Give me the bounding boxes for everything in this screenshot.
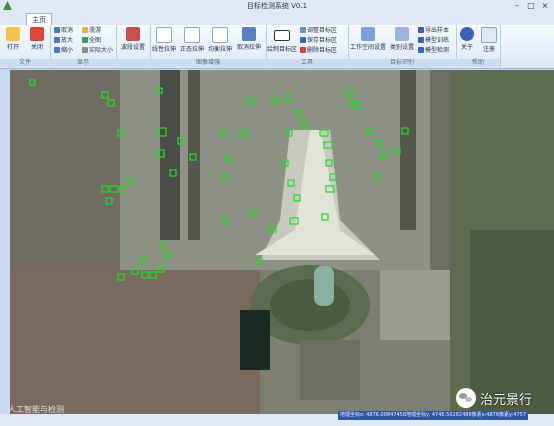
ruler-icon	[82, 47, 88, 53]
register-icon	[481, 27, 497, 43]
linear-curve-icon	[156, 27, 172, 43]
export-icon	[418, 27, 424, 33]
cancel-button[interactable]: 取消	[54, 27, 73, 35]
save-target-area-button[interactable]: 保存目标区	[300, 37, 337, 45]
delete-icon	[300, 47, 306, 53]
model-detection-button[interactable]: 模型检测	[418, 47, 449, 55]
hand-icon	[82, 27, 88, 33]
group-label-display: 显示	[50, 59, 116, 67]
wechat-icon	[456, 388, 476, 408]
zoom-out-icon	[54, 47, 60, 53]
group-enhance: 线性拉伸 正态拉伸 均衡拉伸 取消拉伸 图像增强	[150, 25, 267, 68]
close-window-button[interactable]: ×	[538, 0, 552, 12]
group-label-tools: 工具	[266, 59, 348, 67]
linear-stretch-button[interactable]: 线性拉伸	[150, 27, 178, 53]
delete-target-area-button[interactable]: 删除目标区	[300, 47, 337, 55]
close-file-button[interactable]: 关闭	[25, 27, 49, 51]
actual-size-button[interactable]: 实际大小	[82, 47, 113, 55]
maximize-button[interactable]: □	[524, 0, 538, 12]
equalize-curve-icon	[212, 27, 228, 43]
category-settings-button[interactable]: 类别设置	[388, 27, 416, 51]
full-extent-button[interactable]: 全图	[82, 37, 101, 45]
coordinate-readout: 地理坐标x: 4876.00847458地理坐标y: 4746.50282486…	[338, 411, 529, 420]
group-display: 取消 漫游 放大 全图 缩小 实际大小 显示	[50, 25, 117, 68]
about-button[interactable]: 关于	[456, 27, 478, 51]
list-icon	[395, 27, 409, 41]
group-band: 波段设置	[116, 25, 151, 68]
group-label-recognize: 目标识别	[348, 59, 456, 67]
band-icon	[126, 27, 140, 41]
group-recognize: 工作空间设置 类别设置 导出样本 模型训练 模型检测 目标识别	[348, 25, 457, 68]
adjust-icon	[300, 27, 306, 33]
group-label-help: 帮助	[456, 59, 500, 67]
roam-button[interactable]: 漫游	[82, 27, 101, 35]
tab-bar: 主页	[0, 12, 554, 26]
cursor-icon	[54, 27, 60, 33]
group-help: 关于 注册 帮助	[456, 25, 501, 68]
zoom-out-button[interactable]: 缩小	[54, 47, 73, 55]
undo-icon	[242, 27, 256, 41]
zoom-in-icon	[54, 37, 60, 43]
open-button[interactable]: 打开	[1, 27, 25, 51]
watermark-left: 人工智能与检测	[8, 405, 64, 414]
group-label-band	[116, 59, 150, 67]
save-icon	[300, 37, 306, 43]
workspace-icon	[361, 27, 375, 41]
minimize-button[interactable]: –	[510, 0, 524, 12]
draw-target-area-button[interactable]: 绘制目标区	[266, 27, 298, 53]
equalize-stretch-button[interactable]: 均衡拉伸	[206, 27, 234, 53]
group-label-enhance: 图像增强	[150, 59, 266, 67]
folder-icon	[6, 27, 20, 41]
satellite-image	[10, 70, 554, 414]
cancel-stretch-button[interactable]: 取消拉伸	[234, 27, 264, 51]
rectangle-icon	[274, 30, 290, 41]
zoom-in-button[interactable]: 放大	[54, 37, 73, 45]
export-samples-button[interactable]: 导出样本	[418, 27, 449, 35]
watermark-right: 治元景行	[456, 388, 532, 408]
help-icon	[460, 27, 474, 41]
window-title: 目标检测系统 V0.1	[246, 2, 308, 10]
band-settings-button[interactable]: 波段设置	[118, 27, 148, 51]
ribbon: 打开 关闭 文件 取消 漫游 放大 全图 缩小 实际大小 显示 波段设置 线性拉…	[0, 25, 554, 69]
detect-icon	[418, 47, 424, 53]
group-file: 打开 关闭 文件	[0, 25, 51, 68]
adjust-target-area-button[interactable]: 调整目标区	[300, 27, 337, 35]
group-label-file: 文件	[0, 59, 50, 67]
globe-icon	[82, 37, 88, 43]
close-icon	[30, 27, 44, 41]
normal-curve-icon	[184, 27, 200, 43]
normal-stretch-button[interactable]: 正态拉伸	[178, 27, 206, 53]
train-icon	[418, 37, 424, 43]
group-tools: 绘制目标区 调整目标区 保存目标区 删除目标区 工具	[266, 25, 349, 68]
model-training-button[interactable]: 模型训练	[418, 37, 449, 45]
workspace-settings-button[interactable]: 工作空间设置	[348, 27, 388, 51]
register-button[interactable]: 注册	[478, 27, 500, 53]
map-canvas[interactable]	[10, 70, 554, 414]
